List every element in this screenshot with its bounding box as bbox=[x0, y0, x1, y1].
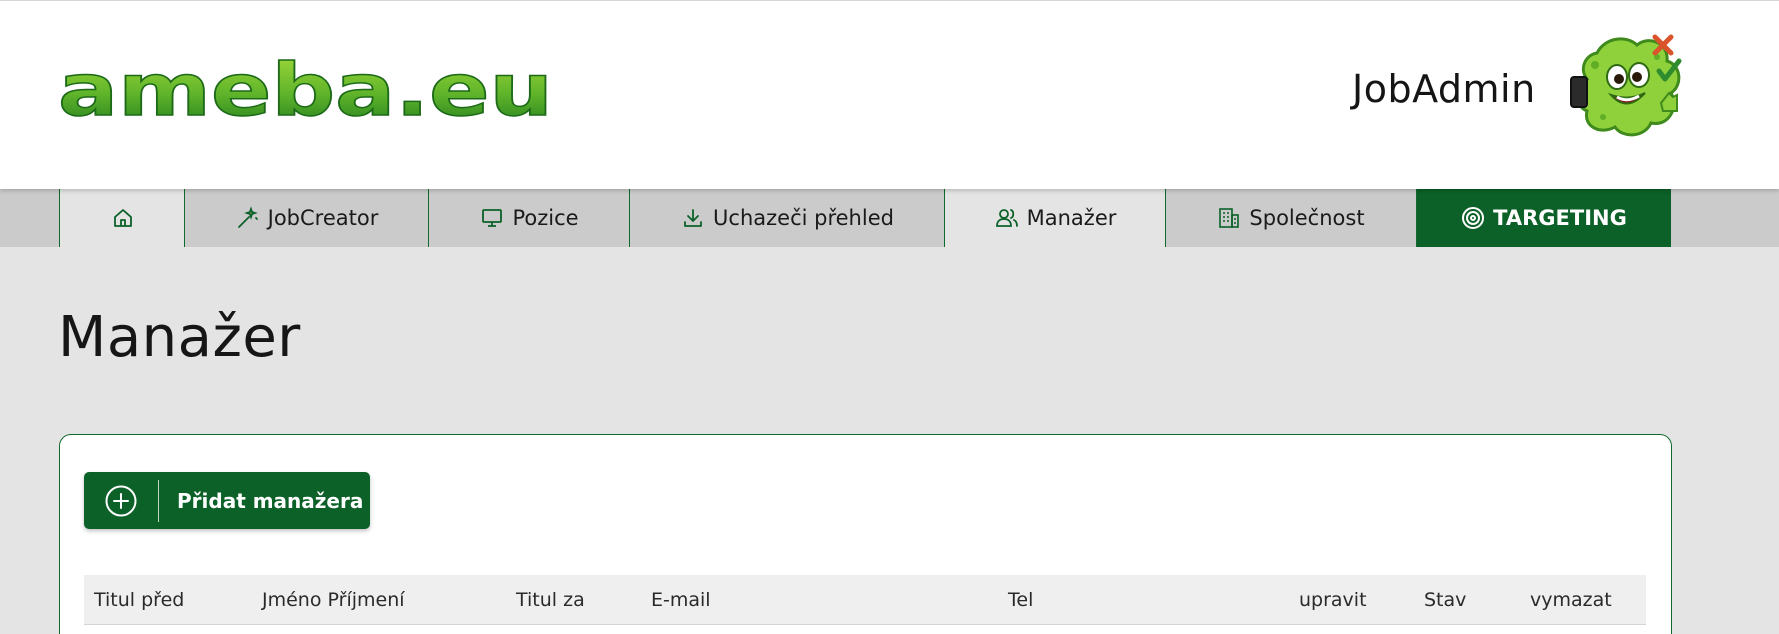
column-header-jmeno-prijmeni[interactable]: Jméno Příjmení bbox=[262, 589, 405, 611]
add-manager-label: Přidat manažera bbox=[177, 488, 364, 513]
column-header-vymazat[interactable]: vymazat bbox=[1530, 589, 1612, 611]
tab-targeting[interactable]: TARGETING bbox=[1417, 189, 1671, 247]
tab-uchazeci-label: Uchazeči přehled bbox=[713, 206, 894, 230]
ameba-logo[interactable]: ameba.eu bbox=[57, 47, 558, 133]
mascot-icon bbox=[1565, 31, 1690, 143]
tab-manazer[interactable]: Manažer bbox=[944, 189, 1166, 247]
column-header-stav[interactable]: Stav bbox=[1424, 589, 1466, 611]
column-header-tel[interactable]: Tel bbox=[1008, 589, 1033, 611]
table-header: Titul před Jméno Příjmení Titul za E-mai… bbox=[84, 575, 1646, 625]
plus-circle-icon bbox=[84, 479, 159, 522]
add-manager-button[interactable]: Přidat manažera bbox=[84, 472, 370, 529]
users-icon bbox=[995, 206, 1019, 230]
column-header-titul-za[interactable]: Titul za bbox=[516, 589, 585, 611]
tab-manazer-label: Manažer bbox=[1026, 206, 1117, 230]
column-header-upravit[interactable]: upravit bbox=[1299, 589, 1367, 611]
tab-pozice-label: Pozice bbox=[512, 206, 579, 230]
building-icon bbox=[1217, 206, 1241, 230]
tab-targeting-label: TARGETING bbox=[1493, 206, 1627, 230]
tab-uchazeci-prehled[interactable]: Uchazeči přehled bbox=[629, 189, 945, 247]
main-navigation: JobCreator Pozice Uchazeči přehled Manaž… bbox=[0, 189, 1779, 247]
page-title: Manažer bbox=[58, 305, 301, 370]
monitor-icon bbox=[480, 206, 504, 230]
tab-jobcreator-label: JobCreator bbox=[267, 206, 379, 230]
column-header-email[interactable]: E-mail bbox=[651, 589, 711, 611]
logo-text: ameba.eu bbox=[58, 59, 553, 129]
tab-spolecnost[interactable]: Společnost bbox=[1165, 189, 1417, 247]
tab-home[interactable] bbox=[59, 189, 185, 247]
tab-spolecnost-label: Společnost bbox=[1249, 206, 1365, 230]
target-icon bbox=[1461, 206, 1485, 230]
managers-card: Přidat manažera Titul před Jméno Příjmen… bbox=[59, 434, 1672, 634]
download-icon bbox=[681, 206, 705, 230]
magic-wand-icon bbox=[236, 206, 260, 230]
header: ameba.eu JobAdmin bbox=[0, 0, 1779, 189]
home-icon bbox=[111, 206, 135, 230]
column-header-titul-pred[interactable]: Titul před bbox=[94, 589, 184, 611]
tab-pozice[interactable]: Pozice bbox=[428, 189, 630, 247]
tab-jobcreator[interactable]: JobCreator bbox=[184, 189, 429, 247]
app-name: JobAdmin bbox=[1352, 67, 1536, 111]
